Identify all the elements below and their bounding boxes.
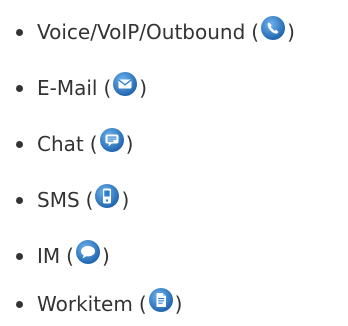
workitem-document-icon: [148, 287, 174, 313]
media-label: E-Mail: [37, 76, 98, 100]
voice-phone-icon: [260, 15, 286, 41]
bullet: [16, 300, 23, 308]
sms-mobile-icon: [94, 183, 120, 209]
media-label: IM: [37, 244, 61, 268]
email-envelope-icon: [112, 71, 138, 97]
im-bubble-icon: [75, 239, 101, 265]
list-item-chat: Chat ( ): [16, 127, 133, 161]
close-paren: ): [121, 188, 130, 212]
bullet: [16, 84, 23, 92]
close-paren: ): [287, 20, 295, 44]
list-item-email: E-Mail ( ): [16, 71, 147, 105]
open-paren: (: [66, 244, 74, 268]
open-paren: (: [85, 188, 94, 212]
list-item-im: IM ( ): [16, 239, 110, 273]
media-label: SMS: [37, 188, 80, 212]
bullet: [16, 252, 23, 260]
list-item-voice: Voice/VoIP/Outbound ( ): [16, 15, 295, 49]
close-paren: ): [174, 292, 183, 316]
close-paren: ): [101, 244, 110, 268]
media-label: Workitem: [37, 292, 133, 316]
chat-bubble-icon: [99, 127, 125, 153]
media-label: Voice/VoIP/Outbound: [37, 20, 246, 44]
list-item-workitem: Workitem ( ): [16, 287, 182, 321]
close-paren: ): [139, 76, 148, 100]
bullet: [16, 28, 23, 36]
close-paren: ): [125, 132, 134, 156]
open-paren: (: [89, 132, 98, 156]
bullet: [16, 196, 23, 204]
list-item-sms: SMS ( ): [16, 183, 129, 217]
open-paren: (: [138, 292, 147, 316]
media-label: Chat: [37, 132, 84, 156]
open-paren: (: [103, 76, 112, 100]
bullet: [16, 140, 23, 148]
open-paren: (: [251, 20, 260, 44]
